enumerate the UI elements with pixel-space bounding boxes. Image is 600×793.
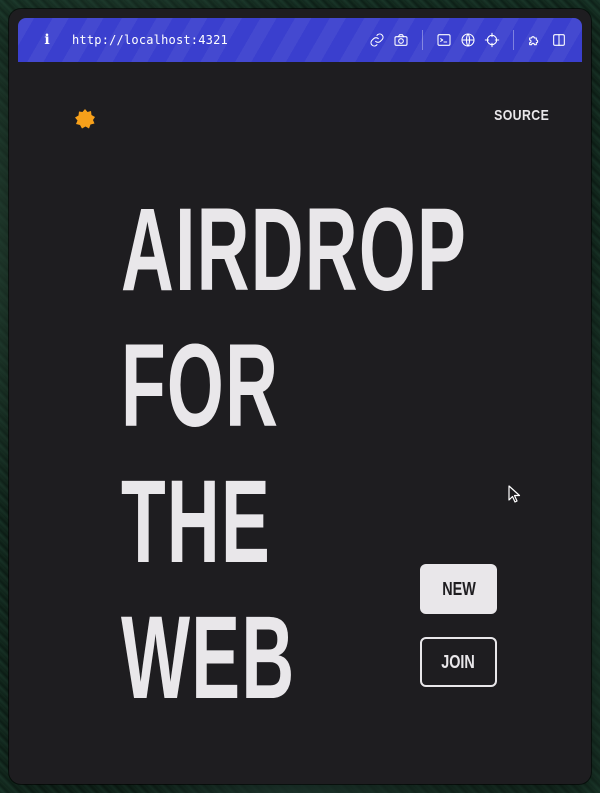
toolbar-divider (513, 30, 514, 50)
source-link[interactable]: SOURCE (494, 107, 549, 124)
puzzle-icon[interactable] (526, 31, 544, 49)
sidebar-icon[interactable] (550, 31, 568, 49)
headline-line-airdrop: AIRDROP (121, 184, 468, 316)
join-button-label: JOIN (441, 651, 476, 672)
sun-logo-icon[interactable] (75, 109, 95, 129)
info-icon[interactable]: i (36, 32, 58, 48)
headline-line-web: WEB (121, 592, 296, 724)
headline: AIRDROP FOR THE WEB (121, 182, 591, 726)
browser-toolbar: i http://localhost:4321 (18, 18, 582, 62)
mouse-cursor-icon (508, 485, 521, 503)
browser-window: i http://localhost:4321 SOURCE AIRDROP F… (9, 9, 591, 784)
camera-icon[interactable] (392, 31, 410, 49)
new-button[interactable]: NEW (420, 564, 497, 614)
join-button[interactable]: JOIN (420, 637, 497, 687)
crosshair-icon[interactable] (483, 31, 501, 49)
headline-line-the: THE (121, 456, 272, 588)
new-button-label: NEW (441, 578, 476, 599)
terminal-icon[interactable] (435, 31, 453, 49)
url-field[interactable]: http://localhost:4321 (72, 33, 228, 47)
globe-icon[interactable] (459, 31, 477, 49)
toolbar-divider (422, 30, 423, 50)
page-content: SOURCE AIRDROP FOR THE WEB NEW JOIN (18, 62, 582, 775)
headline-line-for: FOR (121, 320, 280, 452)
link-icon[interactable] (368, 31, 386, 49)
